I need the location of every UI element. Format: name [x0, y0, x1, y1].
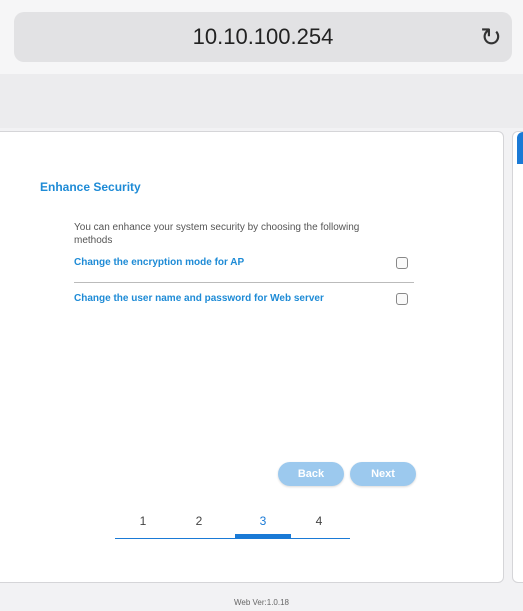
step-track: [115, 538, 350, 539]
option-web-credentials[interactable]: Change the user name and password for We…: [74, 287, 414, 313]
step-1: 1: [139, 514, 147, 528]
step-3-active: 3: [259, 514, 267, 528]
divider: [74, 282, 414, 283]
side-tab[interactable]: [517, 132, 523, 164]
step-active-marker: [235, 534, 291, 539]
back-button[interactable]: Back: [278, 462, 344, 486]
description-text: You can enhance your system security by …: [74, 222, 360, 246]
url-text[interactable]: 10.10.100.254: [14, 12, 512, 62]
step-2: 2: [195, 514, 203, 528]
version-text: Web Ver:1.0.18: [234, 598, 289, 607]
side-panel: [512, 131, 523, 583]
page-title: Enhance Security: [40, 180, 141, 194]
address-bar[interactable]: 10.10.100.254 ↻: [14, 12, 512, 62]
step-indicator: 1 2 3 4: [115, 514, 350, 544]
browser-subbar: [0, 74, 523, 128]
wizard-panel: Enhance Security You can enhance your sy…: [0, 131, 504, 583]
next-button[interactable]: Next: [350, 462, 416, 486]
encryption-mode-checkbox[interactable]: [396, 257, 408, 269]
option-label[interactable]: Change the user name and password for We…: [74, 293, 324, 304]
web-credentials-checkbox[interactable]: [396, 293, 408, 305]
step-4: 4: [315, 514, 323, 528]
option-label[interactable]: Change the encryption mode for AP: [74, 257, 244, 268]
browser-toolbar: 10.10.100.254 ↻: [0, 0, 523, 74]
reload-icon[interactable]: ↻: [476, 12, 506, 62]
option-encryption-mode[interactable]: Change the encryption mode for AP: [74, 251, 414, 277]
